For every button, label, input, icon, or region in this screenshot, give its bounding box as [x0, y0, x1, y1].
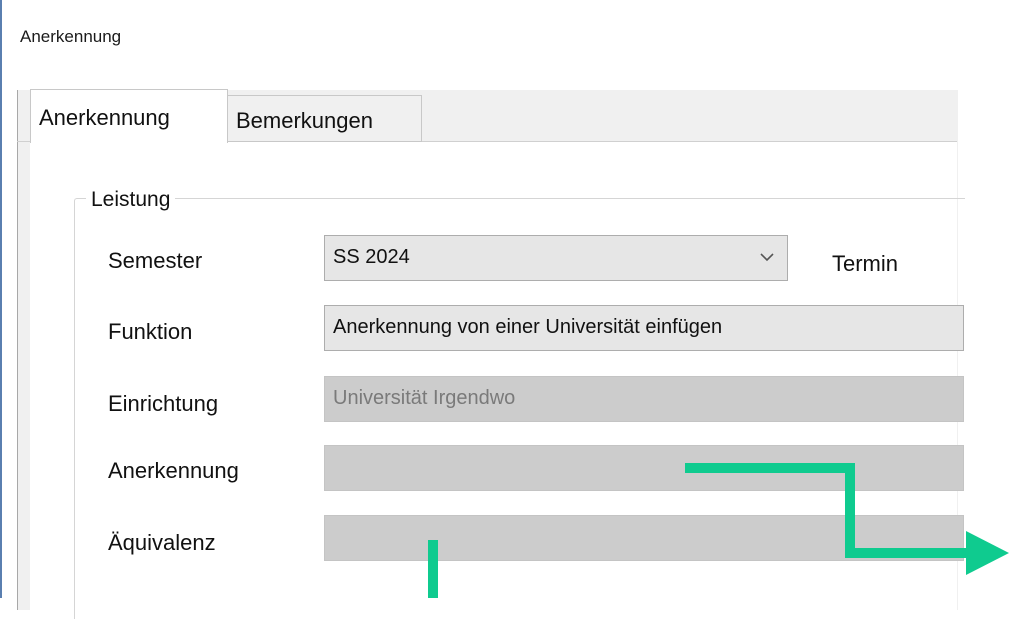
- aequivalenz-label: Äquivalenz: [108, 530, 216, 555]
- window-left-border: [0, 0, 2, 598]
- einrichtung-label: Einrichtung: [108, 391, 219, 416]
- groupbox-title: Leistung: [86, 188, 176, 212]
- window-title: Anerkennung: [20, 27, 122, 46]
- aequivalenz-field: [324, 515, 964, 561]
- funktion-label: Funktion: [108, 319, 193, 344]
- funktion-field[interactable]: Anerkennung von einer Universität einfüg…: [324, 305, 964, 351]
- einrichtung-field: Universität Irgendwo: [324, 376, 964, 422]
- chevron-down-icon: [760, 253, 774, 262]
- termin-label: Termin: [832, 251, 899, 276]
- tab-bemerkungen[interactable]: Bemerkungen: [228, 95, 422, 142]
- semester-label: Semester: [108, 248, 203, 273]
- anerkennung-label: Anerkennung: [108, 458, 239, 483]
- semester-value: SS 2024: [333, 246, 410, 268]
- semester-dropdown[interactable]: SS 2024: [324, 235, 788, 281]
- tab-anerkennung[interactable]: Anerkennung: [30, 89, 228, 143]
- anerkennung-field: [324, 445, 964, 491]
- arrow-right-icon: [966, 531, 1009, 575]
